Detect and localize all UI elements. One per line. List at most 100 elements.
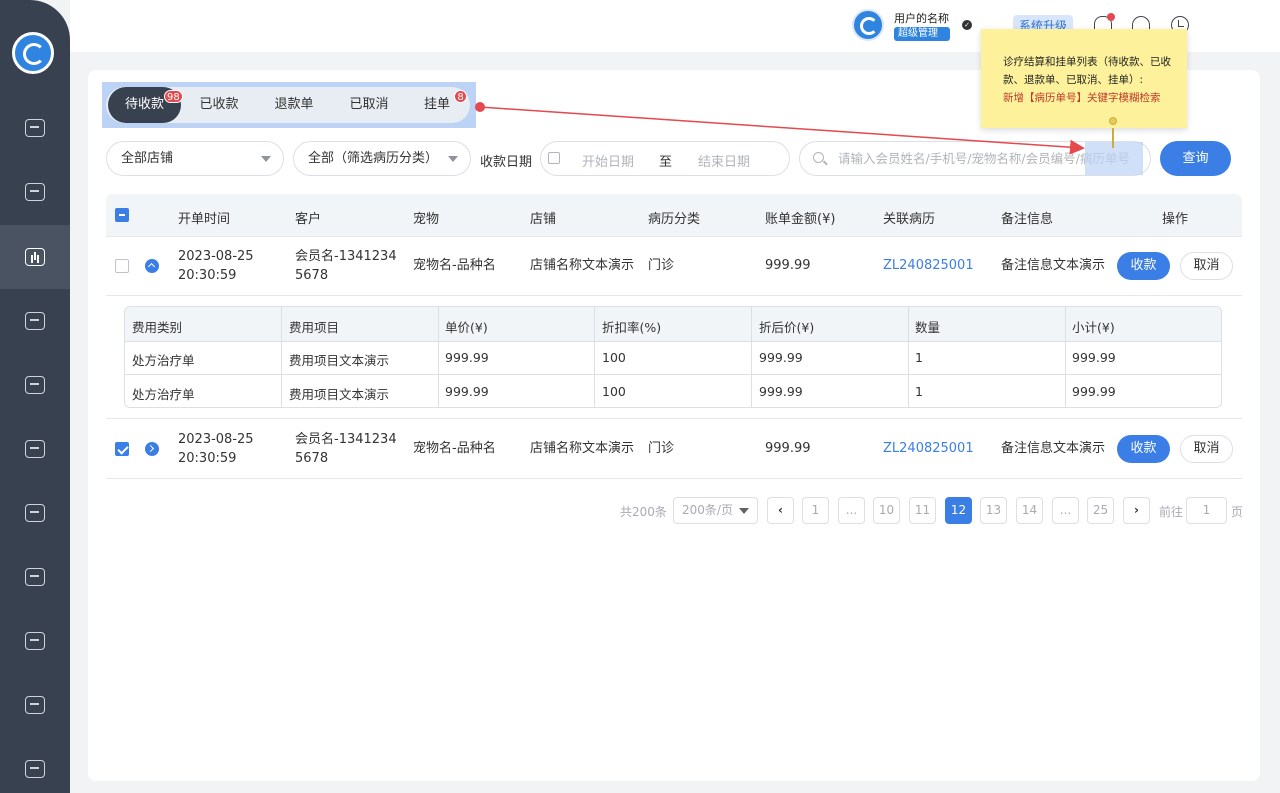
collapse-icon[interactable] bbox=[145, 259, 159, 273]
nav-records-icon[interactable] bbox=[0, 160, 70, 224]
cancel-button[interactable]: 取消 bbox=[1180, 435, 1233, 463]
sub-cell: 1 bbox=[915, 384, 923, 399]
nav-home-icon[interactable] bbox=[0, 289, 70, 353]
page-size-select[interactable]: 200条/页 bbox=[673, 497, 758, 524]
annotation-line2: 新增【病历单号】关键字模糊检索 bbox=[1003, 92, 1161, 104]
row-divider bbox=[106, 418, 1242, 419]
sub-cell: 100 bbox=[602, 384, 626, 399]
sub-cell: 999.99 bbox=[759, 350, 803, 365]
date-separator: 至 bbox=[659, 155, 673, 170]
app-logo-icon bbox=[12, 32, 54, 74]
row-divider bbox=[106, 295, 1242, 296]
pay-button[interactable]: 收款 bbox=[1117, 252, 1170, 280]
nav-inventory-icon[interactable] bbox=[0, 417, 70, 481]
store-select-value: 全部店铺 bbox=[121, 151, 174, 166]
col-note: 备注信息 bbox=[1001, 212, 1054, 227]
sub-col-subtotal: 小计(¥) bbox=[1072, 320, 1115, 335]
tab-pending-badge: 98 bbox=[164, 90, 183, 103]
goto-page-input[interactable]: 1 bbox=[1186, 497, 1227, 524]
page-ellipsis[interactable]: ... bbox=[838, 497, 865, 524]
row-category: 门诊 bbox=[648, 258, 675, 273]
sub-cell: 费用项目文本演示 bbox=[289, 387, 390, 402]
fee-detail-table: 费用类别 费用项目 单价(¥) 折扣率(%) 折后价(¥) 数量 小计(¥) 处… bbox=[124, 306, 1222, 408]
category-select-value: 全部（筛选病历分类） bbox=[308, 151, 439, 166]
page-button[interactable]: 10 bbox=[873, 497, 900, 524]
col-customer: 客户 bbox=[295, 212, 322, 227]
nav-box-icon[interactable] bbox=[0, 737, 70, 793]
row-store: 店铺名称文本演示 bbox=[530, 258, 635, 273]
sub-cell: 费用项目文本演示 bbox=[289, 353, 390, 368]
date-start-input[interactable]: 开始日期 bbox=[582, 151, 634, 170]
prev-page-button[interactable]: ‹ bbox=[767, 497, 794, 524]
sub-col-item: 费用项目 bbox=[289, 320, 340, 335]
annotation-stem bbox=[1112, 128, 1114, 148]
sub-cell: 999.99 bbox=[445, 350, 489, 365]
nav-chart-icon[interactable] bbox=[0, 481, 70, 545]
page-button[interactable]: 14 bbox=[1016, 497, 1043, 524]
page-button[interactable]: 13 bbox=[980, 497, 1007, 524]
nav-dashboard-icon[interactable] bbox=[0, 96, 70, 160]
tab-received[interactable]: 已收款 bbox=[184, 87, 254, 123]
col-category: 病历分类 bbox=[648, 212, 701, 227]
sub-cell: 999.99 bbox=[1072, 350, 1116, 365]
nav-service-icon[interactable] bbox=[0, 673, 70, 737]
sub-col-discount: 折扣率(%) bbox=[602, 320, 662, 335]
page-ellipsis[interactable]: ... bbox=[1052, 497, 1079, 524]
row-amount: 999.99 bbox=[765, 441, 811, 456]
tab-onhold-badge: 8 bbox=[454, 90, 467, 103]
notification-dot bbox=[1107, 13, 1115, 21]
page-button[interactable]: 1 bbox=[802, 497, 829, 524]
sub-col-type: 费用类别 bbox=[132, 320, 183, 335]
row-note: 备注信息文本演示 bbox=[1001, 441, 1106, 456]
row-checkbox[interactable] bbox=[115, 442, 129, 456]
row-time: 2023-08-25 20:30:59 bbox=[178, 249, 254, 283]
user-dropdown-icon[interactable]: ✓ bbox=[962, 20, 972, 30]
main-card bbox=[88, 70, 1260, 781]
pagination-total: 共200条 bbox=[620, 505, 667, 519]
row-divider bbox=[106, 236, 1242, 237]
sub-col-qty: 数量 bbox=[915, 320, 941, 335]
nav-medical-icon[interactable] bbox=[0, 225, 70, 289]
next-page-button[interactable]: › bbox=[1123, 497, 1150, 524]
page-button[interactable]: 11 bbox=[909, 497, 936, 524]
row-customer: 会员名-1341234 5678 bbox=[295, 249, 397, 283]
annotation-line1: 诊疗结算和挂单列表（待收款、已收款、退款单、已取消、挂单）: bbox=[1003, 56, 1171, 86]
nav-member-icon[interactable] bbox=[0, 545, 70, 609]
avatar[interactable] bbox=[852, 9, 884, 41]
page-button[interactable]: 25 bbox=[1087, 497, 1114, 524]
row-pet: 宠物名-品种名 bbox=[413, 441, 496, 456]
cancel-button[interactable]: 取消 bbox=[1180, 252, 1233, 280]
date-end-input[interactable]: 结束日期 bbox=[698, 151, 750, 170]
nav-trend-icon[interactable] bbox=[0, 609, 70, 673]
pay-button[interactable]: 收款 bbox=[1117, 435, 1170, 463]
user-name: 用户的名称 bbox=[894, 12, 949, 25]
chevron-down-icon bbox=[739, 508, 749, 514]
page-size-value: 200条/页 bbox=[682, 503, 733, 517]
expand-icon[interactable] bbox=[145, 442, 159, 456]
sub-col-discounted: 折后价(¥) bbox=[759, 320, 815, 335]
user-role-badge: 超级管理员 bbox=[894, 27, 950, 41]
row-time: 2023-08-25 20:30:59 bbox=[178, 432, 254, 466]
row-amount: 999.99 bbox=[765, 258, 811, 273]
col-record: 关联病历 bbox=[883, 212, 936, 227]
tab-cancelled[interactable]: 已取消 bbox=[334, 87, 404, 123]
row-record-link[interactable]: ZL240825001 bbox=[883, 256, 974, 275]
tab-refund[interactable]: 退款单 bbox=[259, 87, 329, 123]
sub-col-price: 单价(¥) bbox=[445, 320, 488, 335]
search-icon bbox=[813, 152, 824, 163]
select-all-checkbox[interactable] bbox=[115, 208, 129, 222]
store-select[interactable]: 全部店铺 bbox=[106, 141, 284, 176]
sub-cell: 处方治疗单 bbox=[132, 353, 195, 368]
search-input[interactable] bbox=[838, 142, 1143, 175]
page-button-current[interactable]: 12 bbox=[945, 497, 972, 524]
col-pet: 宠物 bbox=[413, 212, 440, 227]
sub-cell: 1 bbox=[915, 350, 923, 365]
row-checkbox[interactable] bbox=[115, 259, 129, 273]
nav-bag-icon[interactable] bbox=[0, 353, 70, 417]
query-button[interactable]: 查询 bbox=[1160, 141, 1231, 176]
col-time: 开单时间 bbox=[178, 212, 231, 227]
date-label: 收款日期 bbox=[480, 155, 533, 170]
row-record-link[interactable]: ZL240825001 bbox=[883, 439, 974, 458]
page-suffix: 页 bbox=[1231, 505, 1244, 519]
category-select[interactable]: 全部（筛选病历分类） bbox=[293, 141, 471, 176]
